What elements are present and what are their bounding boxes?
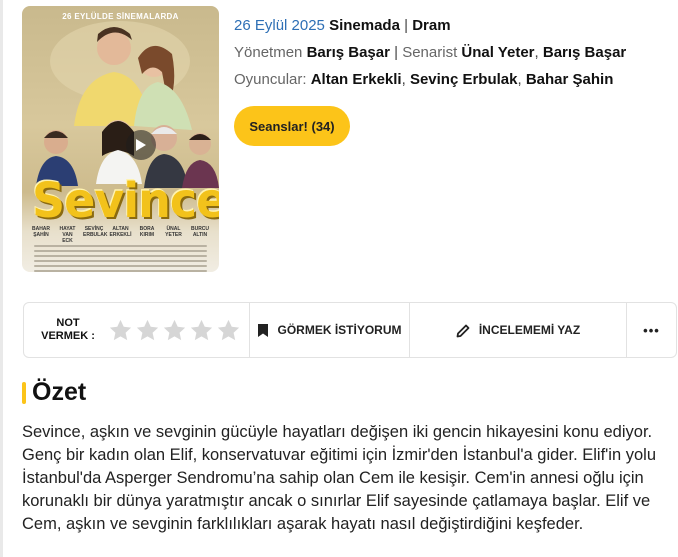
separator: | [404, 17, 409, 34]
writer-label: Senarist [402, 44, 458, 61]
director-label: Yönetmen [234, 44, 303, 61]
writer-link[interactable]: Ünal Yeter [461, 44, 534, 61]
pencil-icon [456, 324, 470, 337]
poster-title: Sevince [32, 171, 219, 229]
star-icon[interactable] [108, 318, 133, 343]
poster-credits [34, 242, 207, 272]
writer-link[interactable]: Barış Başar [543, 44, 626, 61]
star-icon[interactable] [135, 318, 160, 343]
release-date[interactable]: 26 Eylül 2025 [234, 17, 325, 34]
summary-accent-bar [22, 381, 26, 404]
showtimes-button[interactable]: Seanslar! (34) [234, 106, 350, 146]
crew-line: Yönetmen Barış Başar | Senarist Ünal Yet… [234, 44, 627, 61]
genre-link[interactable]: Dram [412, 17, 450, 34]
star-icon[interactable] [189, 318, 214, 343]
action-bar: NOT VERMEK : GÖRMEK İSTİYORUM İNCELEMEMİ… [23, 302, 677, 358]
left-divider [0, 0, 3, 557]
rating-cell: NOT VERMEK : [24, 303, 250, 357]
release-line: 26 Eylül 2025 Sinemada | Dram [234, 12, 626, 39]
movie-info: 26 Eylül 2025 Sinemada | Dram Yönetmen B… [234, 12, 626, 93]
cast-line: Oyuncular: Altan Erkekli, Sevinç Erbulak… [234, 71, 614, 88]
bookmark-icon [258, 323, 269, 337]
poster-tagline: 26 EYLÜLDE SİNEMALARDA [62, 12, 179, 21]
write-review-button[interactable]: İNCELEMEMİ YAZ [410, 303, 627, 357]
director-link[interactable]: Barış Başar [307, 44, 390, 61]
separator: | [394, 44, 399, 61]
summary-title: Özet [32, 378, 87, 406]
more-icon: ••• [643, 322, 660, 338]
star-icon[interactable] [216, 318, 241, 343]
rate-label: NOT VERMEK : [41, 317, 95, 342]
want-to-watch-button[interactable]: GÖRMEK İSTİYORUM [250, 303, 410, 357]
cast-link[interactable]: Altan Erkekli [311, 71, 402, 88]
release-label[interactable]: Sinemada [329, 17, 400, 34]
cast-link[interactable]: Bahar Şahin [526, 71, 614, 88]
summary-text: Sevince, aşkın ve sevginin gücüyle hayat… [22, 423, 657, 533]
play-icon[interactable] [126, 130, 156, 160]
review-label: İNCELEMEMİ YAZ [478, 323, 581, 337]
star-rating[interactable] [108, 318, 241, 343]
want-label: GÖRMEK İSTİYORUM [277, 323, 402, 337]
summary-heading: Özet [22, 378, 86, 407]
movie-poster[interactable]: 26 EYLÜLDE SİNEMALARDA Sevince BAHAR ŞAH… [22, 6, 219, 272]
more-options-button[interactable]: ••• [627, 303, 676, 357]
cast-label: Oyuncular: [234, 71, 307, 88]
cast-link[interactable]: Sevinç Erbulak [410, 71, 518, 88]
star-icon[interactable] [162, 318, 187, 343]
